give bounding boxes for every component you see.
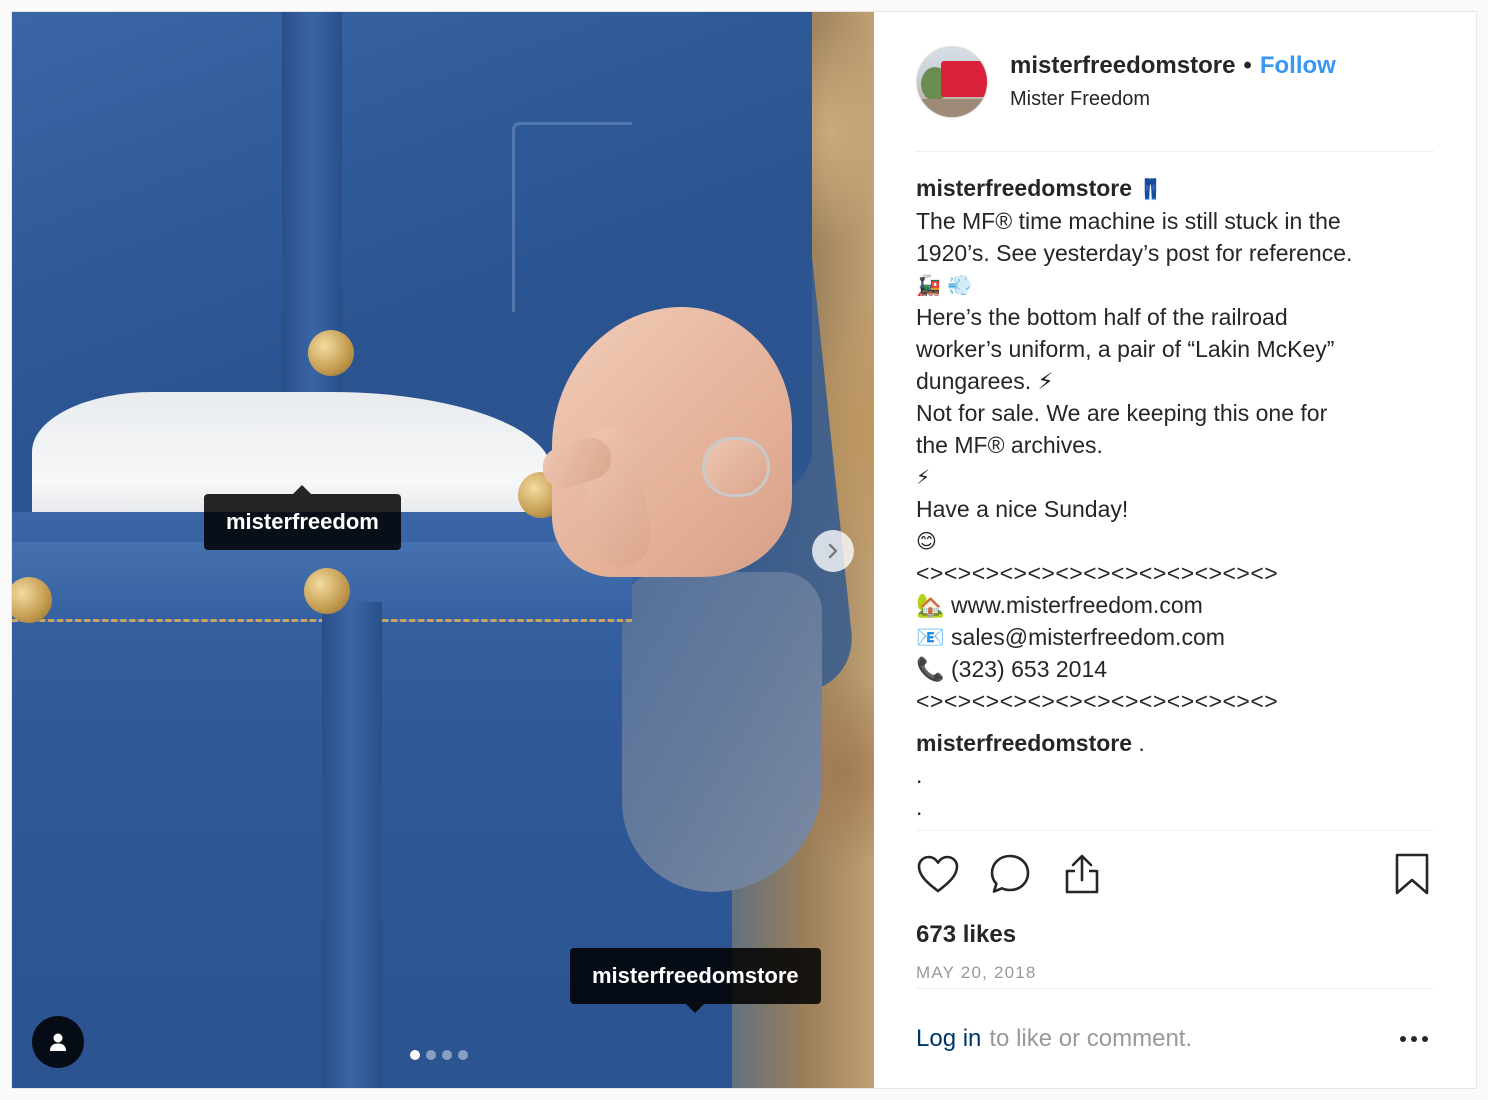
- caption-line: dungarees. ⚡: [916, 368, 1054, 394]
- heart-icon: [917, 855, 959, 893]
- caption-line: Here’s the bottom half of the railroad: [916, 304, 1288, 330]
- tag-pointer: [293, 485, 312, 494]
- photo-fly: [322, 602, 382, 1088]
- caption-line: Have a nice Sunday!: [916, 496, 1129, 522]
- caption-line: 🚂 💨: [916, 273, 973, 297]
- photo-sleeve-cuff: [622, 572, 822, 892]
- carousel-indicator: [410, 1050, 468, 1060]
- chevron-right-icon: [828, 543, 838, 559]
- bookmark-icon: [1395, 853, 1429, 895]
- caption-line: The MF® time machine is still stuck in t…: [916, 208, 1341, 234]
- tag-pointer: [686, 1004, 705, 1013]
- caption-email-line[interactable]: 📧 sales@misterfreedom.com: [916, 621, 1434, 653]
- comment-item: misterfreedomstore . . .: [916, 727, 1434, 823]
- instagram-post: misterfreedom misterfreedomstore misterf…: [11, 11, 1477, 1089]
- post-date[interactable]: MAY 20, 2018: [916, 963, 1434, 983]
- photo-jacket-button: [308, 330, 354, 376]
- caption-line: Not for sale. We are keeping this one fo…: [916, 400, 1328, 426]
- separator-dot: •: [1243, 52, 1252, 79]
- post-details-panel: misterfreedomstore • Follow Mister Freed…: [874, 12, 1476, 1088]
- login-prompt: Log in to like or comment.: [916, 988, 1434, 1088]
- share-icon: [1065, 854, 1099, 894]
- jeans-emoji: 👖: [1138, 177, 1164, 201]
- header-user-line: misterfreedomstore • Follow: [1010, 52, 1336, 80]
- comment-line: .: [916, 794, 923, 820]
- carousel-dot: [426, 1050, 436, 1060]
- follow-button[interactable]: Follow: [1260, 52, 1336, 80]
- caption-website-line[interactable]: 🏡 www.misterfreedom.com: [916, 589, 1434, 621]
- more-options-button[interactable]: [1394, 1024, 1434, 1054]
- location-link[interactable]: Mister Freedom: [1010, 88, 1336, 111]
- caption-line: ⚡: [916, 465, 931, 489]
- post-header: misterfreedomstore • Follow Mister Freed…: [916, 12, 1434, 152]
- caption-line: <><><><><><><><><><><><><>: [916, 688, 1279, 714]
- show-tagged-users-button[interactable]: [32, 1016, 84, 1068]
- caption-phone-line: 📞 (323) 653 2014: [916, 656, 1108, 682]
- login-link[interactable]: Log in: [916, 1025, 981, 1053]
- avatar[interactable]: [916, 45, 988, 118]
- caption-author-line: misterfreedomstore 👖: [916, 172, 1434, 205]
- comment-author-line: misterfreedomstore .: [916, 727, 1434, 759]
- caption-line: <><><><><><><><><><><><><>: [916, 560, 1279, 586]
- avatar-building: [941, 60, 987, 97]
- next-slide-button[interactable]: [812, 530, 854, 572]
- comment-button[interactable]: [988, 852, 1032, 896]
- post-caption: misterfreedomstore 👖 The MF® time machin…: [916, 172, 1434, 823]
- photo-waist-button: [304, 568, 350, 614]
- comment-line: .: [916, 762, 923, 788]
- like-button[interactable]: [916, 852, 960, 896]
- save-button[interactable]: [1390, 852, 1434, 896]
- likes-count[interactable]: 673 likes: [916, 921, 1434, 949]
- comment-text: .: [1132, 730, 1145, 756]
- header-text: misterfreedomstore • Follow Mister Freed…: [1010, 52, 1336, 111]
- post-actions-section: 673 likes MAY 20, 2018: [916, 830, 1434, 983]
- carousel-dot: [458, 1050, 468, 1060]
- more-dot: [1411, 1035, 1417, 1042]
- photo-tag-label: misterfreedom: [226, 509, 379, 534]
- photo-tag-misterfreedomstore[interactable]: misterfreedomstore: [570, 948, 821, 1013]
- post-media[interactable]: misterfreedom misterfreedomstore: [12, 12, 874, 1088]
- caption-line: 1920’s. See yesterday’s post for referen…: [916, 240, 1353, 266]
- share-button[interactable]: [1060, 852, 1104, 896]
- more-dot: [1400, 1035, 1406, 1042]
- photo-ring-finger: [702, 437, 770, 497]
- caption-line: the MF® archives.: [916, 432, 1103, 458]
- person-icon: [50, 1033, 66, 1051]
- photo-tag-label: misterfreedomstore: [592, 963, 799, 988]
- login-prompt-text: to like or comment.: [989, 1024, 1193, 1052]
- action-bar: [916, 831, 1434, 917]
- username-link[interactable]: misterfreedomstore: [1010, 52, 1235, 80]
- comment-icon: [990, 854, 1030, 893]
- caption-author-link[interactable]: misterfreedomstore: [916, 175, 1132, 201]
- caption-line: worker’s uniform, a pair of “Lakin McKey…: [916, 336, 1335, 362]
- caption-line: 😊: [916, 529, 937, 553]
- carousel-dot: [410, 1050, 420, 1060]
- photo-tag-misterfreedom[interactable]: misterfreedom: [204, 485, 401, 550]
- photo-jacket-pocket: [512, 122, 632, 312]
- avatar-street: [917, 98, 987, 117]
- carousel-dot: [442, 1050, 452, 1060]
- more-dot: [1422, 1035, 1428, 1042]
- comment-author-link[interactable]: misterfreedomstore: [916, 730, 1132, 756]
